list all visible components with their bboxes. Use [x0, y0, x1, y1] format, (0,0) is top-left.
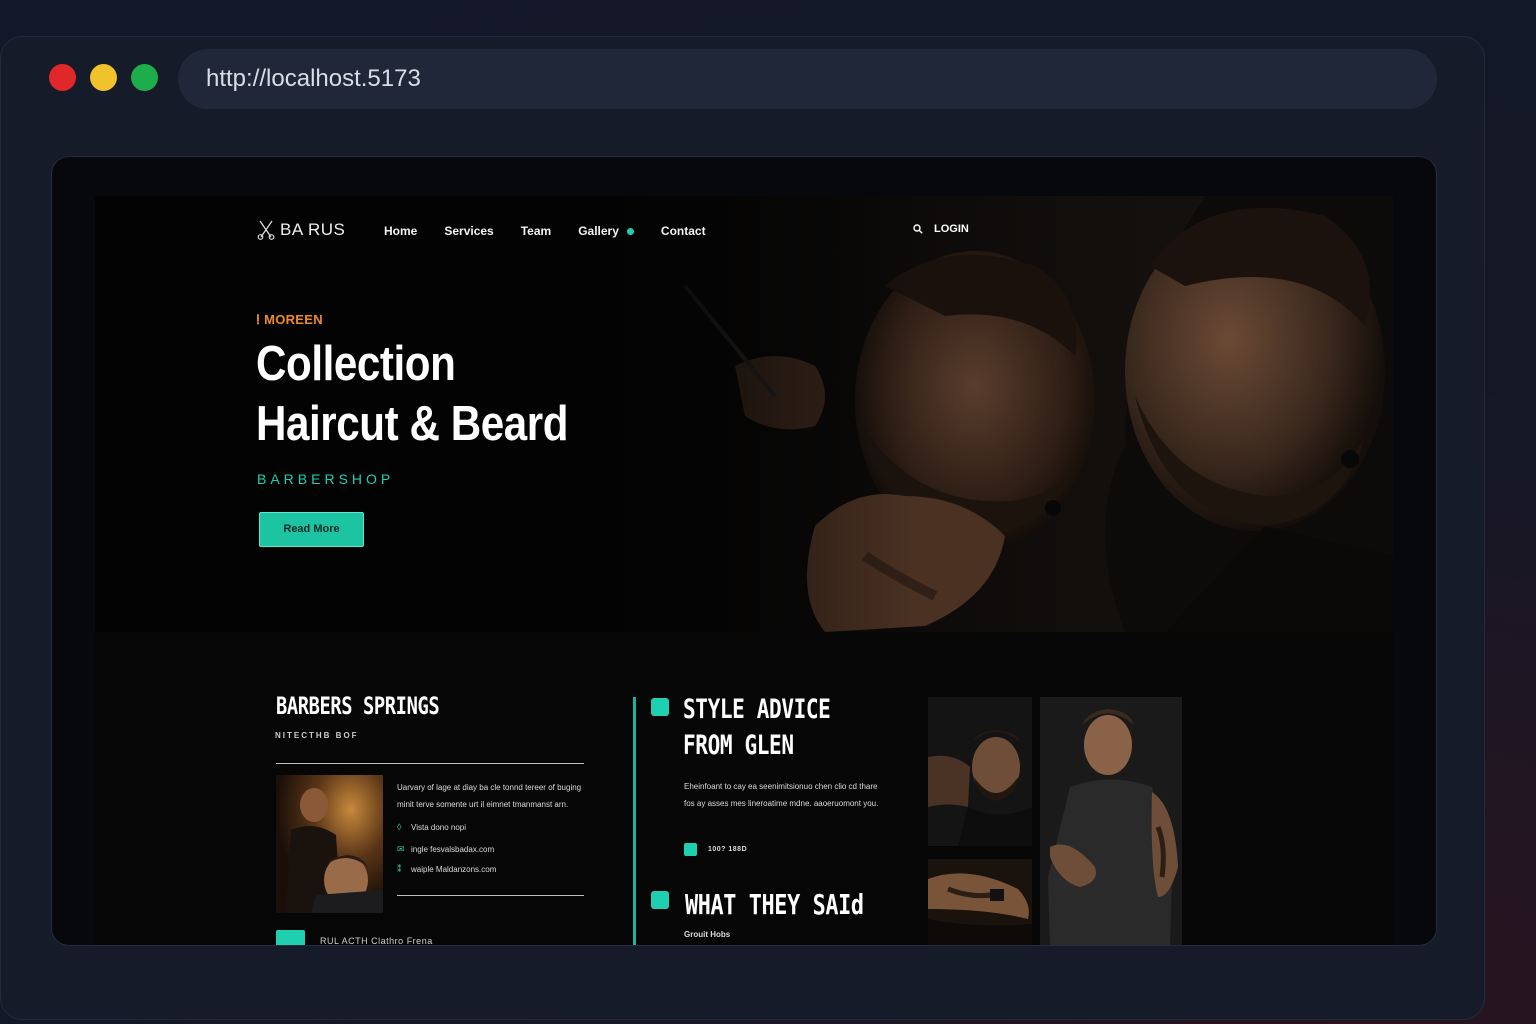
- nav-actions: LOGIN: [913, 223, 969, 235]
- nav-gallery[interactable]: Gallery: [578, 224, 634, 238]
- nav-services[interactable]: Services: [444, 224, 493, 238]
- contact-line-1[interactable]: ◊ Vista dono nopi: [397, 822, 466, 832]
- mail-icon: ✉: [397, 844, 405, 854]
- drop-icon: ◊: [397, 822, 402, 832]
- nav-team[interactable]: Team: [521, 224, 551, 238]
- read-more-button[interactable]: Read More: [259, 512, 364, 547]
- bottom-label: RUL ACTH Clathro Frena: [320, 936, 433, 946]
- close-window-button[interactable]: [49, 64, 76, 91]
- testimonials-title: WHAT THEY SAId: [685, 888, 864, 921]
- contact-line-2[interactable]: ✉ ingle fesvalsbadax.com: [397, 844, 494, 855]
- nav-gallery-label: Gallery: [578, 224, 619, 238]
- web-page: BA RUS Home Services Team Gallery Contac…: [95, 196, 1393, 946]
- divider-bottom: [397, 895, 584, 896]
- gallery-photo-1[interactable]: [928, 697, 1032, 846]
- column-divider: [633, 697, 636, 945]
- play-icon[interactable]: [684, 843, 697, 856]
- barber-thumbnail[interactable]: [276, 775, 383, 913]
- link-icon: ⁑: [397, 864, 402, 874]
- divider-top: [276, 763, 584, 764]
- hero-title: Collection Haircut & Beard: [256, 334, 583, 454]
- login-link[interactable]: LOGIN: [934, 223, 969, 235]
- barbers-section-subtitle: NITECTHB BOF: [275, 731, 359, 740]
- style-advice-marker-icon: [651, 698, 669, 716]
- contact-line-3[interactable]: ⁑ waiple Maldanzons.com: [397, 864, 496, 875]
- style-advice-line2: FROM GLEN: [683, 730, 794, 761]
- hero-title-line2: Haircut & Beard: [256, 397, 569, 451]
- contact-text-2: ingle fesvalsbadax.com: [411, 845, 495, 854]
- nav-contact[interactable]: Contact: [661, 224, 706, 238]
- style-advice-line1: STYLE ADVICE: [683, 694, 831, 725]
- hero-eyebrow: ⵑ MOREEN: [256, 312, 323, 328]
- gallery-photo-2[interactable]: [1040, 697, 1182, 946]
- testimonials-marker-icon: [651, 891, 669, 909]
- hero-section: BA RUS Home Services Team Gallery Contac…: [95, 196, 1393, 632]
- minimize-window-button[interactable]: [90, 64, 117, 91]
- barbers-section-title: BARBERS SPRINGS: [276, 692, 440, 720]
- hero-title-line1: Collection: [256, 337, 456, 391]
- mark-icon: ⵑ: [256, 312, 261, 327]
- main-nav: Home Services Team Gallery Contact: [384, 224, 733, 238]
- address-bar[interactable]: http://localhost.5173: [178, 49, 1437, 109]
- active-dot-icon: [626, 227, 634, 235]
- eyebrow-text: MOREEN: [264, 312, 323, 327]
- style-advice-description: Eheinfoant to cay ea seenimitsionuo chen…: [684, 782, 879, 808]
- play-icon-label: 100? 188D: [708, 846, 748, 853]
- url-text: http://localhost.5173: [206, 65, 421, 92]
- logo-text: BA RUS: [280, 220, 346, 239]
- contact-text-3: waiple Maldanzons.com: [411, 865, 497, 874]
- scissors-icon: [257, 220, 275, 240]
- nav-home[interactable]: Home: [384, 224, 417, 238]
- gallery-photo-3[interactable]: [928, 859, 1032, 946]
- maximize-window-button[interactable]: [131, 64, 158, 91]
- style-advice-title: STYLE ADVICE FROM GLEN: [683, 692, 831, 764]
- testimonials-subtitle: Grouit Hobs: [684, 930, 731, 939]
- hero-subtitle: BARBERSHOP: [257, 471, 395, 487]
- barbers-description: Uarvary of lage at diay ba cle tonnd ter…: [397, 783, 582, 809]
- search-icon[interactable]: [913, 224, 923, 234]
- badge-icon: [276, 930, 305, 945]
- browser-viewport: BA RUS Home Services Team Gallery Contac…: [51, 156, 1437, 946]
- site-logo[interactable]: BA RUS: [257, 220, 345, 240]
- contact-text-1: Vista dono nopi: [411, 822, 467, 832]
